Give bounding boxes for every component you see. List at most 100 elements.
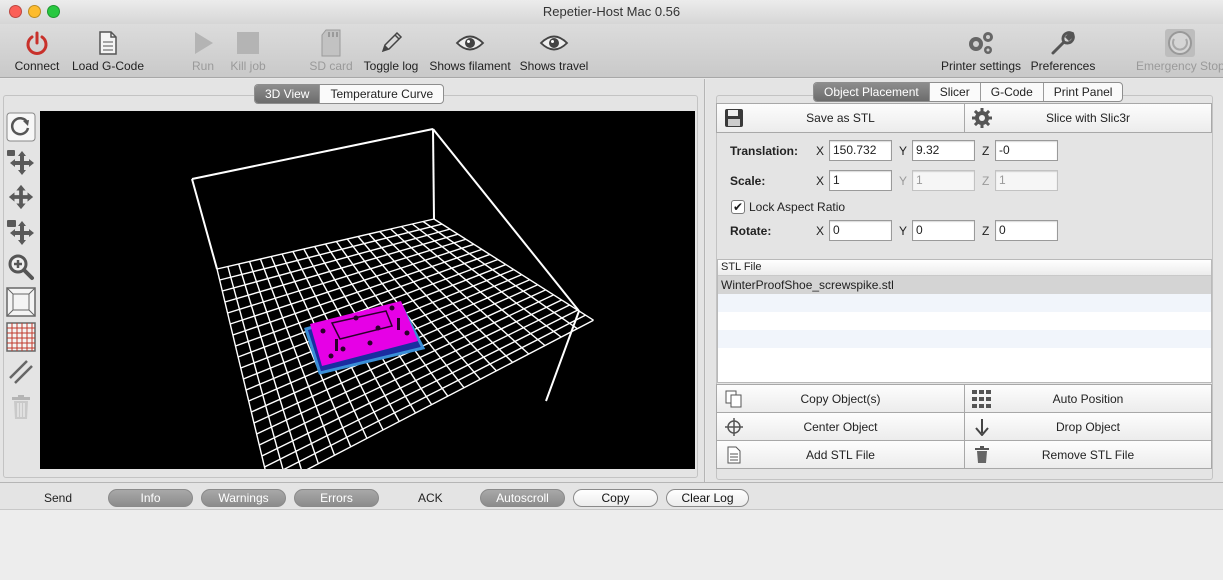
power-icon (26, 31, 48, 55)
left-pane: 3D View Temperature Curve (0, 79, 705, 490)
center-object-button[interactable]: Center Object (716, 412, 965, 441)
remove-stl-file-button[interactable]: Remove STL File (964, 440, 1212, 469)
trash-icon (975, 445, 989, 463)
translation-y-field[interactable]: 9.32 (912, 140, 975, 161)
stl-file-table: STL File WinterProofShoe_screwspike.stl (717, 259, 1212, 383)
play-icon (195, 32, 213, 54)
tab-object-placement[interactable]: Object Placement (814, 83, 930, 101)
reset-view-button[interactable] (5, 109, 37, 144)
save-as-stl-button[interactable]: Save as STL (716, 103, 965, 133)
scale-y-field[interactable]: 1 (912, 170, 975, 191)
copy-objects-button[interactable]: Copy Object(s) (716, 384, 965, 413)
drop-object-button[interactable]: Drop Object (964, 412, 1212, 441)
scale-y-label: Y (899, 174, 908, 188)
rotate-y-label: Y (899, 224, 908, 238)
grid-toggle-button[interactable] (5, 319, 37, 354)
object-move-icon (7, 219, 34, 245)
window-minimize-button[interactable] (28, 5, 41, 18)
rotate-z-field[interactable]: 0 (995, 220, 1058, 241)
window-title: Repetier-Host Mac 0.56 (542, 4, 681, 19)
table-row-empty (718, 330, 1211, 348)
translation-z-field[interactable]: -0 (995, 140, 1058, 161)
scale-x-label: X (816, 174, 825, 188)
preferences-button[interactable]: Preferences (1030, 28, 1096, 73)
shows-travel-button[interactable]: Shows travel (518, 28, 590, 73)
eye-icon (539, 35, 569, 51)
pan-button[interactable] (5, 179, 37, 214)
translation-x-label: X (816, 144, 825, 158)
copy-icon (725, 390, 742, 407)
title-bar: Repetier-Host Mac 0.56 (0, 0, 1223, 24)
view-tools (5, 109, 37, 424)
send-label: Send (44, 491, 73, 505)
arrow-down-icon (975, 418, 989, 436)
bed-grid-line (227, 266, 287, 481)
sd-card-button[interactable]: SD card (308, 28, 354, 73)
gears-icon (969, 32, 993, 54)
left-tab-group: 3D View Temperature Curve (254, 84, 445, 104)
tab-temperature-curve[interactable]: Temperature Curve (320, 85, 443, 103)
kill-job-button[interactable]: Kill job (226, 28, 270, 73)
box-view-icon (6, 286, 36, 317)
translation-y-label: Y (899, 144, 908, 158)
emergency-stop-button[interactable]: Emergency Stop (1136, 28, 1223, 73)
scale-label: Scale: (730, 174, 766, 188)
3d-viewport[interactable] (40, 111, 695, 490)
scale-z-field[interactable]: 1 (995, 170, 1058, 191)
emergency-stop-icon (1164, 29, 1195, 57)
warnings-filter-toggle[interactable]: Warnings (201, 489, 286, 507)
crosshair-icon (725, 417, 743, 436)
stl-file-column-header: STL File (718, 260, 1211, 276)
right-tab-group: Object Placement Slicer G-Code Print Pan… (813, 82, 1124, 102)
load-gcode-button[interactable]: Load G-Code (70, 28, 146, 73)
wrench-icon (1051, 31, 1075, 55)
zoom-in-icon (8, 254, 34, 280)
gear-icon (972, 108, 992, 128)
top-view-button[interactable] (5, 284, 37, 319)
document-icon (99, 31, 117, 55)
delete-object-button[interactable] (5, 389, 37, 424)
parallel-view-button[interactable] (5, 354, 37, 389)
trash-icon (12, 394, 30, 419)
tab-slicer[interactable]: Slicer (930, 83, 981, 101)
tab-3d-view[interactable]: 3D View (255, 85, 321, 103)
table-row[interactable]: WinterProofShoe_screwspike.stl (718, 276, 1211, 294)
slice-with-slic3r-button[interactable]: Slice with Slic3r (964, 103, 1212, 133)
stop-icon (237, 32, 259, 54)
zoom-button[interactable] (5, 249, 37, 284)
window-close-button[interactable] (9, 5, 22, 18)
toggle-log-button[interactable]: Toggle log (360, 28, 422, 73)
print-bed-scene (191, 128, 594, 490)
tab-print-panel[interactable]: Print Panel (1044, 83, 1123, 101)
scale-z-label: Z (982, 174, 990, 188)
refresh-icon (6, 112, 36, 141)
lock-aspect-ratio-checkbox[interactable]: ✔ (731, 200, 745, 214)
lock-aspect-ratio-label: Lock Aspect Ratio (749, 200, 846, 214)
run-button[interactable]: Run (186, 28, 220, 73)
shows-filament-button[interactable]: Shows filament (426, 28, 514, 73)
add-stl-file-button[interactable]: Add STL File (716, 440, 965, 469)
rotate-label: Rotate: (730, 224, 772, 238)
printer-settings-button[interactable]: Printer settings (938, 28, 1024, 73)
connect-button[interactable]: Connect (12, 28, 62, 73)
info-filter-toggle[interactable]: Info (108, 489, 193, 507)
copy-log-button[interactable]: Copy (573, 489, 658, 507)
rotate-x-field[interactable]: 0 (829, 220, 892, 241)
scale-x-field[interactable]: 1 (829, 170, 892, 191)
translation-x-field[interactable]: 150.732 (829, 140, 892, 161)
translation-label: Translation: (730, 144, 799, 158)
rotate-y-field[interactable]: 0 (912, 220, 975, 241)
pencil-icon (381, 31, 403, 53)
clear-log-button[interactable]: Clear Log (666, 489, 749, 507)
translation-z-label: Z (982, 144, 990, 158)
auto-position-button[interactable]: Auto Position (964, 384, 1212, 413)
eye-icon (455, 35, 485, 51)
log-output-area[interactable] (0, 510, 1223, 580)
table-row-empty (718, 312, 1211, 330)
tab-gcode[interactable]: G-Code (981, 83, 1044, 101)
errors-filter-toggle[interactable]: Errors (294, 489, 379, 507)
autoscroll-toggle[interactable]: Autoscroll (480, 489, 565, 507)
window-zoom-button[interactable] (47, 5, 60, 18)
rotate-camera-button[interactable] (5, 144, 37, 179)
move-object-button[interactable] (5, 214, 37, 249)
